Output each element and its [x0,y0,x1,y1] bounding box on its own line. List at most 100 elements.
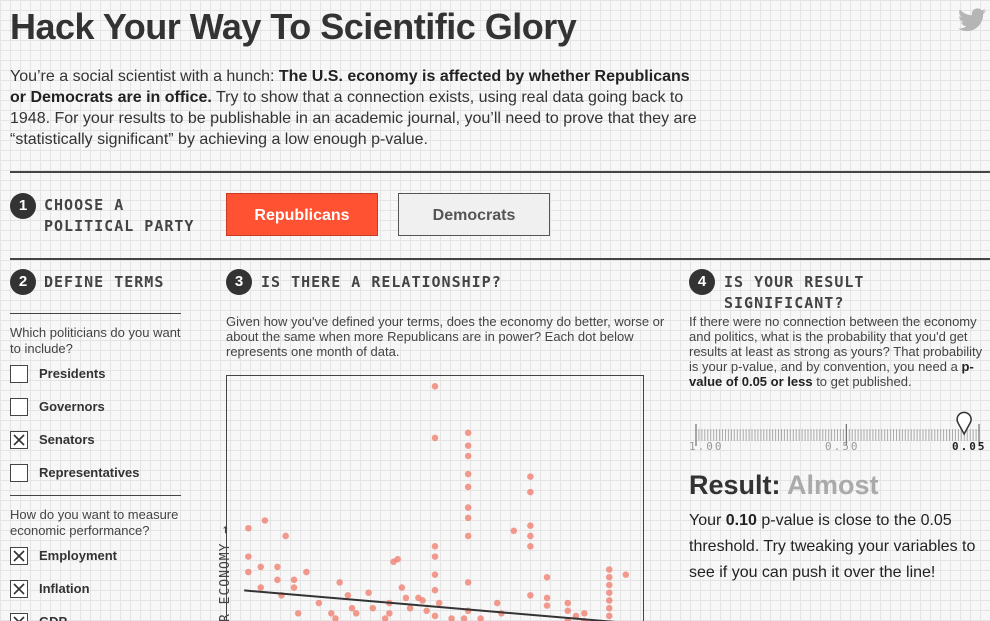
measure-checkbox-label: Inflation [39,581,90,596]
data-dot [365,589,372,596]
scatter-plot [226,375,644,621]
data-dot [464,429,472,437]
scale-label-1: 1.00 [689,440,724,453]
republicans-button[interactable]: Republicans [226,193,378,236]
politician-checkbox[interactable] [10,431,28,449]
data-dot [381,615,389,621]
measure-checkbox[interactable] [10,613,28,621]
measure-checkbox-label: GDP [39,614,67,621]
step-1-heading: Choose a political party [44,195,194,237]
divider [10,495,181,496]
data-dot [431,571,439,578]
check-x-icon [13,550,25,562]
data-dot [245,568,252,576]
data-dot [464,442,472,449]
data-dot [435,599,443,607]
politicians-question: Which politicians do you want to include… [10,325,181,356]
intro-paragraph: You’re a social scientist with a hunch: … [10,66,700,150]
economy-question: How do you want to measure economic perf… [10,507,179,538]
result-pre: Your [689,512,726,529]
data-dot [605,612,613,620]
data-dot [290,584,298,591]
politician-checkbox-label: Representatives [39,465,140,480]
data-dot [419,597,426,604]
data-dot [564,599,572,607]
data-dot [605,597,613,604]
measure-checkbox-label: Employment [39,548,118,563]
data-dot [460,615,468,621]
data-dot [290,576,298,584]
data-dot [294,610,302,617]
data-dot [398,584,406,591]
data-dot [303,568,310,576]
data-dot [622,571,630,578]
data-dot [543,573,551,581]
step-1-heading-line2: political party [44,217,195,235]
data-dot [493,599,501,607]
data-dot [336,579,343,586]
data-dot [261,517,269,524]
step-3-number: 3 [226,269,252,295]
data-dot [464,504,472,511]
data-dot [402,594,410,602]
data-dot [543,594,551,602]
check-x-icon [13,434,25,446]
democrats-button[interactable]: Democrats [398,193,550,236]
result-message: Your 0.10 p-value is close to the 0.05 t… [689,508,989,586]
politician-checkbox[interactable] [10,398,28,416]
data-dot [464,532,472,540]
step-2-number: 2 [10,269,36,295]
page-title: Hack Your Way To Scientific Glory [10,6,577,47]
data-dot [448,615,455,621]
data-dot [431,383,439,390]
data-dot [605,566,613,573]
data-dot [431,553,439,560]
data-dot [315,599,323,607]
result-label: Result: [689,470,781,500]
politician-checkbox[interactable] [10,464,28,482]
step-4-desc-tail: to get published. [812,374,912,389]
p-value-marker-icon [956,411,972,436]
data-dot [245,553,252,560]
data-dot [605,573,613,581]
data-dot [527,522,534,529]
twitter-icon[interactable] [958,8,986,32]
data-dot [510,527,518,535]
measure-checkbox[interactable] [10,580,28,598]
step-3-heading: Is there a relationship? [261,273,502,291]
step-1-number: 1 [10,193,36,219]
data-dot [257,563,265,571]
data-dot [527,543,534,550]
step-4-description: If there were no connection between the … [689,314,985,389]
data-dot [527,488,534,496]
data-dot [274,563,281,571]
data-dot [605,604,613,612]
data-dot [274,576,281,584]
data-dot [245,524,252,532]
scale-label-005: 0.05 [952,440,987,453]
data-dot [605,589,613,596]
data-dot [344,592,352,599]
measure-checkbox[interactable] [10,547,28,565]
data-dot [348,604,356,612]
data-dot [464,470,472,478]
divider [10,313,181,314]
intro-lead: You’re a social scientist with a hunch: [10,68,279,85]
data-dot [332,615,339,621]
data-dot [477,615,484,621]
politician-checkbox-label: Senators [39,432,95,447]
data-dot [282,532,289,540]
data-dot [581,610,588,617]
data-dot [431,434,439,442]
step-1-heading-line1: Choose a [44,196,125,214]
data-dot [527,473,534,480]
data-dot [328,610,335,617]
politician-checkbox[interactable] [10,365,28,383]
step-4-heading: Is your result significant? [724,273,865,312]
data-dot [406,604,414,612]
data-dot [352,610,360,617]
politician-checkbox-label: Governors [39,399,105,414]
result-status: Almost [787,470,879,500]
data-dot [527,532,534,540]
data-dot [464,483,472,491]
